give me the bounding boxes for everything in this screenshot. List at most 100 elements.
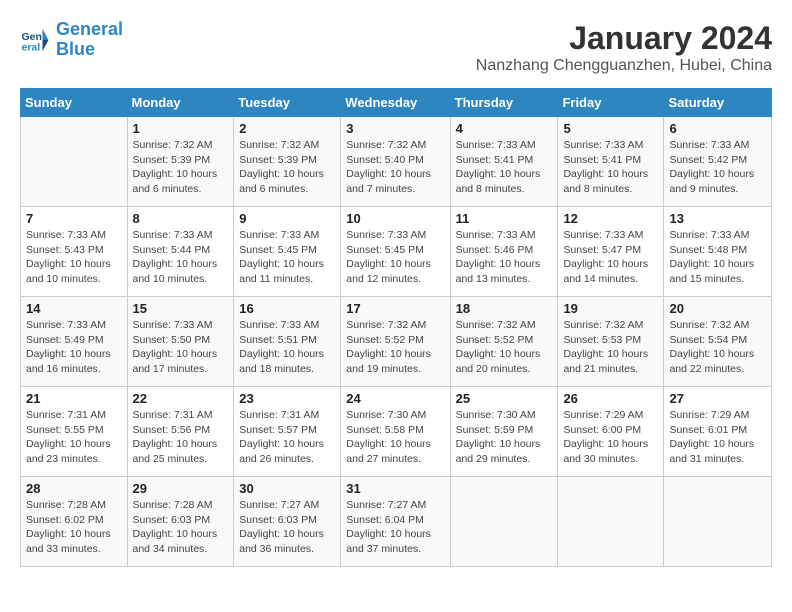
day-info: Sunrise: 7:31 AM Sunset: 5:57 PM Dayligh… (239, 408, 335, 467)
table-cell: 24 Sunrise: 7:30 AM Sunset: 5:58 PM Dayl… (341, 387, 450, 477)
col-friday: Friday (558, 89, 664, 117)
calendar-table: Sunday Monday Tuesday Wednesday Thursday… (20, 88, 772, 567)
day-info: Sunrise: 7:32 AM Sunset: 5:54 PM Dayligh… (669, 318, 766, 377)
logo: Gen eral General Blue (20, 20, 123, 60)
day-number: 7 (26, 211, 122, 226)
table-cell: 23 Sunrise: 7:31 AM Sunset: 5:57 PM Dayl… (234, 387, 341, 477)
day-number: 20 (669, 301, 766, 316)
day-info: Sunrise: 7:33 AM Sunset: 5:41 PM Dayligh… (563, 138, 658, 197)
table-cell: 9 Sunrise: 7:33 AM Sunset: 5:45 PM Dayli… (234, 207, 341, 297)
table-cell: 13 Sunrise: 7:33 AM Sunset: 5:48 PM Dayl… (664, 207, 772, 297)
table-cell: 8 Sunrise: 7:33 AM Sunset: 5:44 PM Dayli… (127, 207, 234, 297)
day-number: 17 (346, 301, 444, 316)
table-cell: 14 Sunrise: 7:33 AM Sunset: 5:49 PM Dayl… (21, 297, 128, 387)
col-thursday: Thursday (450, 89, 558, 117)
day-number: 13 (669, 211, 766, 226)
day-number: 31 (346, 481, 444, 496)
day-info: Sunrise: 7:27 AM Sunset: 6:04 PM Dayligh… (346, 498, 444, 557)
table-cell: 7 Sunrise: 7:33 AM Sunset: 5:43 PM Dayli… (21, 207, 128, 297)
table-cell: 17 Sunrise: 7:32 AM Sunset: 5:52 PM Dayl… (341, 297, 450, 387)
table-cell: 1 Sunrise: 7:32 AM Sunset: 5:39 PM Dayli… (127, 117, 234, 207)
day-number: 27 (669, 391, 766, 406)
day-number: 19 (563, 301, 658, 316)
day-info: Sunrise: 7:32 AM Sunset: 5:39 PM Dayligh… (133, 138, 229, 197)
table-cell: 12 Sunrise: 7:33 AM Sunset: 5:47 PM Dayl… (558, 207, 664, 297)
day-number: 23 (239, 391, 335, 406)
day-info: Sunrise: 7:33 AM Sunset: 5:44 PM Dayligh… (133, 228, 229, 287)
day-number: 1 (133, 121, 229, 136)
table-cell: 3 Sunrise: 7:32 AM Sunset: 5:40 PM Dayli… (341, 117, 450, 207)
day-number: 21 (26, 391, 122, 406)
day-number: 24 (346, 391, 444, 406)
day-info: Sunrise: 7:30 AM Sunset: 5:58 PM Dayligh… (346, 408, 444, 467)
svg-text:eral: eral (22, 41, 41, 53)
day-info: Sunrise: 7:33 AM Sunset: 5:48 PM Dayligh… (669, 228, 766, 287)
table-cell: 16 Sunrise: 7:33 AM Sunset: 5:51 PM Dayl… (234, 297, 341, 387)
day-info: Sunrise: 7:33 AM Sunset: 5:51 PM Dayligh… (239, 318, 335, 377)
table-cell: 2 Sunrise: 7:32 AM Sunset: 5:39 PM Dayli… (234, 117, 341, 207)
day-number: 18 (456, 301, 553, 316)
day-info: Sunrise: 7:29 AM Sunset: 6:00 PM Dayligh… (563, 408, 658, 467)
table-cell: 6 Sunrise: 7:33 AM Sunset: 5:42 PM Dayli… (664, 117, 772, 207)
table-cell (21, 117, 128, 207)
day-info: Sunrise: 7:32 AM Sunset: 5:52 PM Dayligh… (346, 318, 444, 377)
table-cell: 11 Sunrise: 7:33 AM Sunset: 5:46 PM Dayl… (450, 207, 558, 297)
day-info: Sunrise: 7:33 AM Sunset: 5:43 PM Dayligh… (26, 228, 122, 287)
day-info: Sunrise: 7:28 AM Sunset: 6:02 PM Dayligh… (26, 498, 122, 557)
day-number: 5 (563, 121, 658, 136)
table-cell: 4 Sunrise: 7:33 AM Sunset: 5:41 PM Dayli… (450, 117, 558, 207)
table-cell: 26 Sunrise: 7:29 AM Sunset: 6:00 PM Dayl… (558, 387, 664, 477)
day-number: 3 (346, 121, 444, 136)
day-info: Sunrise: 7:32 AM Sunset: 5:39 PM Dayligh… (239, 138, 335, 197)
day-number: 6 (669, 121, 766, 136)
day-number: 8 (133, 211, 229, 226)
day-number: 14 (26, 301, 122, 316)
col-saturday: Saturday (664, 89, 772, 117)
table-cell: 25 Sunrise: 7:30 AM Sunset: 5:59 PM Dayl… (450, 387, 558, 477)
table-cell: 31 Sunrise: 7:27 AM Sunset: 6:04 PM Dayl… (341, 477, 450, 567)
day-info: Sunrise: 7:32 AM Sunset: 5:40 PM Dayligh… (346, 138, 444, 197)
day-number: 16 (239, 301, 335, 316)
table-cell: 19 Sunrise: 7:32 AM Sunset: 5:53 PM Dayl… (558, 297, 664, 387)
day-info: Sunrise: 7:33 AM Sunset: 5:47 PM Dayligh… (563, 228, 658, 287)
col-tuesday: Tuesday (234, 89, 341, 117)
col-monday: Monday (127, 89, 234, 117)
day-number: 28 (26, 481, 122, 496)
day-number: 29 (133, 481, 229, 496)
table-cell: 5 Sunrise: 7:33 AM Sunset: 5:41 PM Dayli… (558, 117, 664, 207)
table-cell: 15 Sunrise: 7:33 AM Sunset: 5:50 PM Dayl… (127, 297, 234, 387)
col-sunday: Sunday (21, 89, 128, 117)
page-subtitle: Nanzhang Chengguanzhen, Hubei, China (476, 57, 772, 75)
table-cell: 18 Sunrise: 7:32 AM Sunset: 5:52 PM Dayl… (450, 297, 558, 387)
day-info: Sunrise: 7:32 AM Sunset: 5:52 PM Dayligh… (456, 318, 553, 377)
col-wednesday: Wednesday (341, 89, 450, 117)
day-info: Sunrise: 7:33 AM Sunset: 5:49 PM Dayligh… (26, 318, 122, 377)
day-number: 10 (346, 211, 444, 226)
day-info: Sunrise: 7:32 AM Sunset: 5:53 PM Dayligh… (563, 318, 658, 377)
day-number: 22 (133, 391, 229, 406)
table-cell: 21 Sunrise: 7:31 AM Sunset: 5:55 PM Dayl… (21, 387, 128, 477)
day-number: 9 (239, 211, 335, 226)
table-cell: 29 Sunrise: 7:28 AM Sunset: 6:03 PM Dayl… (127, 477, 234, 567)
logo-text: General Blue (56, 20, 123, 60)
day-number: 26 (563, 391, 658, 406)
day-info: Sunrise: 7:27 AM Sunset: 6:03 PM Dayligh… (239, 498, 335, 557)
day-number: 30 (239, 481, 335, 496)
day-info: Sunrise: 7:33 AM Sunset: 5:50 PM Dayligh… (133, 318, 229, 377)
day-info: Sunrise: 7:33 AM Sunset: 5:42 PM Dayligh… (669, 138, 766, 197)
day-info: Sunrise: 7:33 AM Sunset: 5:45 PM Dayligh… (346, 228, 444, 287)
day-info: Sunrise: 7:31 AM Sunset: 5:55 PM Dayligh… (26, 408, 122, 467)
table-cell (558, 477, 664, 567)
day-info: Sunrise: 7:33 AM Sunset: 5:46 PM Dayligh… (456, 228, 553, 287)
page-title: January 2024 (476, 20, 772, 57)
table-cell: 20 Sunrise: 7:32 AM Sunset: 5:54 PM Dayl… (664, 297, 772, 387)
day-info: Sunrise: 7:30 AM Sunset: 5:59 PM Dayligh… (456, 408, 553, 467)
table-cell: 10 Sunrise: 7:33 AM Sunset: 5:45 PM Dayl… (341, 207, 450, 297)
table-cell: 22 Sunrise: 7:31 AM Sunset: 5:56 PM Dayl… (127, 387, 234, 477)
day-number: 15 (133, 301, 229, 316)
day-info: Sunrise: 7:33 AM Sunset: 5:41 PM Dayligh… (456, 138, 553, 197)
day-number: 25 (456, 391, 553, 406)
table-cell: 28 Sunrise: 7:28 AM Sunset: 6:02 PM Dayl… (21, 477, 128, 567)
table-cell (450, 477, 558, 567)
day-number: 11 (456, 211, 553, 226)
